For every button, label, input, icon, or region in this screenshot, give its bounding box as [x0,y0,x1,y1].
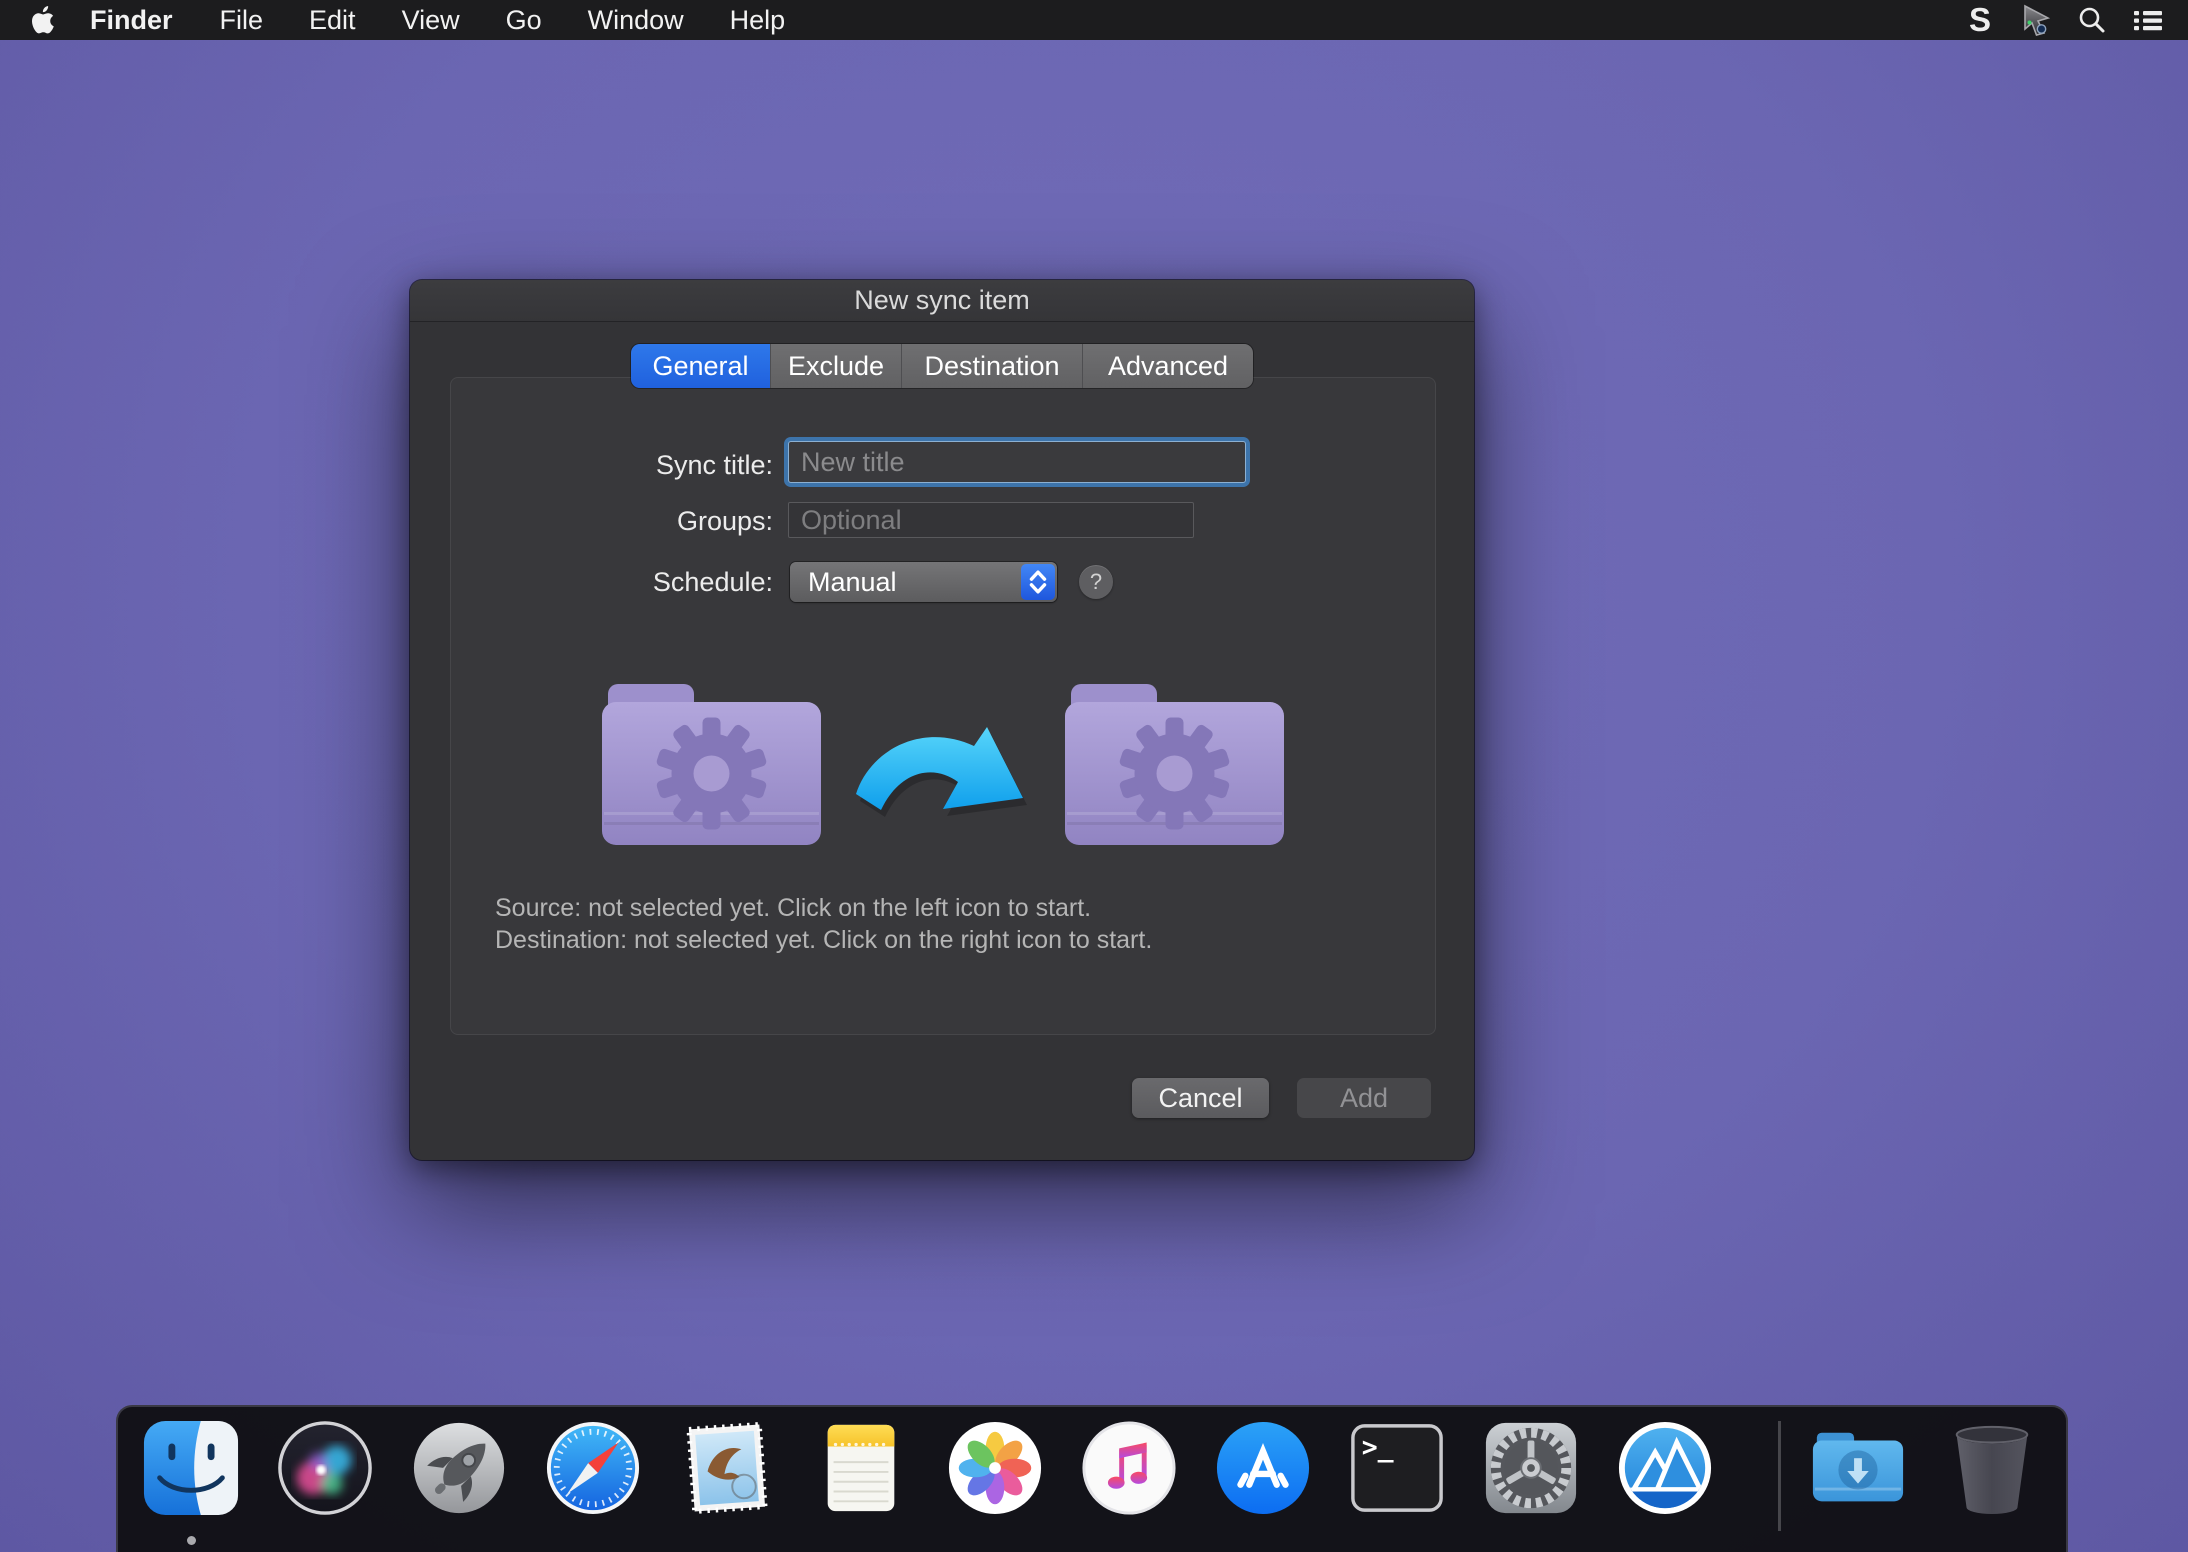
spotlight-menu-extra[interactable] [2072,0,2112,40]
sync-direction-arrow [848,718,1038,833]
terminal-prompt-glyph: >_ [1362,1432,1394,1463]
dock-item-music[interactable] [1080,1419,1178,1517]
dock-item-mail[interactable] [678,1419,776,1517]
list-icon [2131,4,2165,36]
safari-icon [544,1419,642,1517]
menu-bar-status-icons: S [1960,0,2168,40]
synctime-menu-extra[interactable]: S [1960,0,2000,40]
dock-item-trash[interactable] [1943,1419,2041,1517]
downloads-folder-icon [1809,1419,1907,1517]
question-mark-icon: ? [1090,569,1102,595]
dock-separator [1778,1421,1781,1531]
app-cleaner-mountains-icon [1616,1419,1714,1517]
sync-title-field-focus-ring [788,441,1246,483]
menu-bar-left: Finder File Edit View Go Window Help [0,0,808,40]
menu-item-window[interactable]: Window [565,0,707,40]
notification-center-menu-extra[interactable] [2128,0,2168,40]
notes-icon [812,1419,910,1517]
sync-direction-arrow-icon [848,718,1038,833]
apple-menu[interactable] [0,0,66,40]
menu-item-view[interactable]: View [379,0,483,40]
dock-item-finder[interactable] [142,1419,240,1517]
tab-general[interactable]: General [631,344,771,388]
menu-item-edit[interactable]: Edit [286,0,379,40]
schedule-label: Schedule: [443,567,773,598]
new-sync-item-dialog: New sync item General Exclude Destinatio… [410,280,1474,1160]
dock-item-siri[interactable] [276,1419,374,1517]
dock: >_ [116,1405,2068,1552]
tab-exclude[interactable]: Exclude [771,344,902,388]
schedule-help-button[interactable]: ? [1079,565,1113,599]
groups-input[interactable] [789,503,1193,537]
finder-running-indicator [187,1536,196,1545]
finder-icon [142,1419,240,1517]
groups-label: Groups: [443,506,773,537]
terminal-icon: >_ [1348,1419,1446,1517]
tab-destination[interactable]: Destination [902,344,1083,388]
dialog-title-bar[interactable]: New sync item [410,280,1474,322]
search-icon [2076,4,2108,36]
dialog-title: New sync item [854,285,1030,316]
music-note-icon [1080,1419,1178,1517]
dock-item-notes[interactable] [812,1419,910,1517]
destination-folder-button[interactable] [1063,681,1286,848]
cursor-menu-extra[interactable] [2016,0,2056,40]
siri-icon [276,1419,374,1517]
sync-title-input[interactable] [789,442,1245,482]
cursor-icon [2020,3,2052,37]
destination-status-line: Destination: not selected yet. Click on … [495,924,1152,956]
add-button[interactable]: Add [1297,1078,1431,1118]
synctime-icon: S [1969,0,1991,40]
sync-title-label: Sync title: [443,450,773,481]
photos-flower-icon [946,1419,1044,1517]
tab-bar: General Exclude Destination Advanced [631,344,1253,388]
chevron-up-down-icon [1023,566,1053,598]
cancel-button[interactable]: Cancel [1132,1078,1269,1118]
destination-folder-icon [1063,681,1286,848]
menu-item-help[interactable]: Help [707,0,809,40]
dock-item-app-cleaner[interactable] [1616,1419,1714,1517]
source-folder-button[interactable] [600,681,823,848]
dock-item-photos[interactable] [946,1419,1044,1517]
schedule-selected-value: Manual [808,562,897,602]
source-status-line: Source: not selected yet. Click on the l… [495,892,1152,924]
app-store-icon [1214,1419,1312,1517]
trash-icon [1943,1419,2041,1517]
menu-bar: Finder File Edit View Go Window Help S [0,0,2188,40]
popup-stepper-cap [1021,564,1055,600]
desktop: { "colors": { "desktop": "#6b66b2", "men… [0,0,2188,1552]
tab-advanced[interactable]: Advanced [1083,344,1253,388]
dock-item-system-preferences[interactable] [1482,1419,1580,1517]
dock-item-safari[interactable] [544,1419,642,1517]
mail-stamp-icon [678,1419,776,1517]
dock-item-downloads[interactable] [1809,1419,1907,1517]
menu-item-go[interactable]: Go [483,0,565,40]
dock-item-terminal[interactable]: >_ [1348,1419,1446,1517]
apple-icon [30,5,56,35]
menu-item-file[interactable]: File [197,0,287,40]
source-folder-icon [600,681,823,848]
schedule-popup-button[interactable]: Manual [790,562,1057,602]
active-app-menu[interactable]: Finder [66,5,197,36]
selection-status-text: Source: not selected yet. Click on the l… [495,892,1152,956]
dock-item-launchpad[interactable] [410,1419,508,1517]
system-preferences-gear-icon [1482,1419,1580,1517]
dock-item-app-store[interactable] [1214,1419,1312,1517]
groups-field-border [788,502,1194,538]
launchpad-rocket-icon [410,1419,508,1517]
